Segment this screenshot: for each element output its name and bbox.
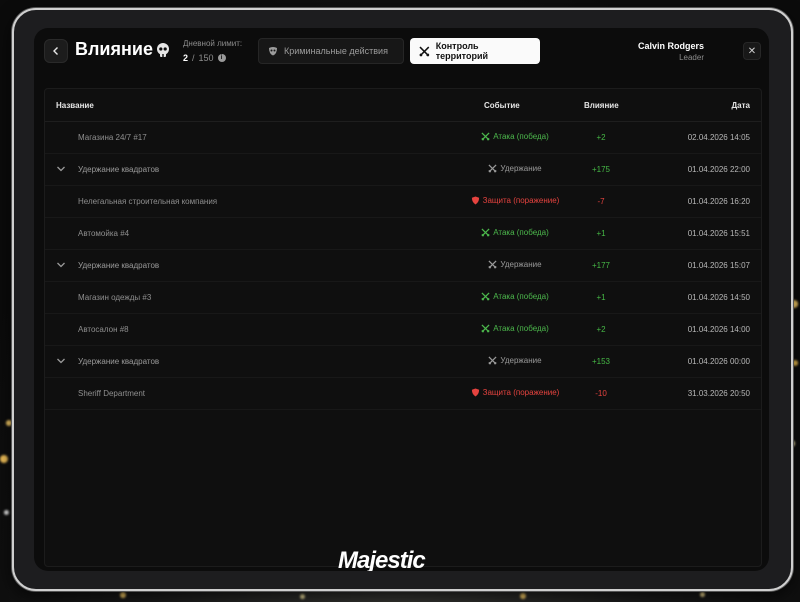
back-button[interactable] xyxy=(44,39,68,63)
row-event: Удержание xyxy=(445,260,585,269)
row-influence: +175 xyxy=(591,165,611,174)
close-button[interactable]: ✕ xyxy=(743,42,761,60)
crossed-swords-icon xyxy=(488,164,497,173)
row-influence: -10 xyxy=(595,389,607,398)
row-name: Автосалон #8 xyxy=(78,325,129,334)
row-event: Атака (победа) xyxy=(445,292,585,301)
table-body: Магазина 24/7 #17 Атака (победа) +2 02.04.2… xyxy=(45,122,761,410)
daily-limit-value: 2 / 150 i xyxy=(183,53,226,63)
tab-criminal-actions[interactable]: Криминальные действия xyxy=(258,38,404,64)
row-event-label: Защита (поражение) xyxy=(482,388,560,397)
row-date: 01.04.2026 15:51 xyxy=(687,229,750,238)
row-event: Атака (победа) xyxy=(445,132,585,141)
page-title: Влияние xyxy=(75,39,153,59)
table-row[interactable]: Магазин одежды #3 Атака (победа) +1 01.04.2… xyxy=(45,282,761,314)
row-date: 01.04.2026 14:00 xyxy=(687,325,750,334)
logo-text: Majestic xyxy=(338,547,426,571)
row-event-label: Атака (победа) xyxy=(493,228,549,237)
row-event-label: Удержание xyxy=(500,164,542,173)
row-influence: +153 xyxy=(591,357,611,366)
crossed-swords-icon xyxy=(481,228,490,237)
crossed-swords-icon xyxy=(488,356,497,365)
table-row-group[interactable]: Удержание квадратов Удержание +153 01.04.20… xyxy=(45,346,761,378)
table-row[interactable]: Автосалон #8 Атака (победа) +2 01.04.2026 1… xyxy=(45,314,761,346)
row-event: Удержание xyxy=(445,164,585,173)
table-row-group[interactable]: Удержание квадратов Удержание +177 01.04.20… xyxy=(45,250,761,282)
row-influence: -7 xyxy=(597,197,605,206)
table-row-group[interactable]: Удержание квадратов Удержание +175 01.04.20… xyxy=(45,154,761,186)
influence-table: Название Событие Влияние Дата Магазина 2… xyxy=(44,88,762,567)
row-name: Sheriff Department xyxy=(78,389,145,398)
mask-icon xyxy=(269,47,277,56)
row-event-label: Атака (победа) xyxy=(493,132,549,141)
row-influence: +177 xyxy=(591,261,611,270)
chevron-down-icon[interactable] xyxy=(56,356,66,366)
column-header-event: Событие xyxy=(484,101,520,110)
row-event-label: Удержание xyxy=(500,260,542,269)
crossed-swords-icon xyxy=(419,46,430,56)
chevron-down-icon[interactable] xyxy=(56,260,66,270)
row-date: 31.03.2026 20:50 xyxy=(687,389,750,398)
tablet-device: Влияние Дневной лимит: 2 / 150 i Кримина… xyxy=(12,8,793,591)
row-influence: +2 xyxy=(596,133,606,142)
tab-territory-control[interactable]: Контроль территорий xyxy=(410,38,540,64)
row-event: Удержание xyxy=(445,356,585,365)
crossed-swords-icon xyxy=(481,292,490,301)
daily-limit-max: 150 xyxy=(198,53,214,63)
row-name: Удержание квадратов xyxy=(78,357,160,366)
row-event-label: Атака (победа) xyxy=(493,292,549,301)
column-header-name: Название xyxy=(56,101,94,110)
row-event: Защита (поражение) xyxy=(445,388,585,397)
row-influence: +1 xyxy=(596,293,606,302)
majestic-logo: Majestic xyxy=(338,547,426,571)
row-event-label: Удержание xyxy=(500,356,542,365)
chevron-left-icon xyxy=(53,47,58,55)
daily-limit-separator: / xyxy=(192,53,195,63)
row-date: 01.04.2026 14:50 xyxy=(687,293,750,302)
tablet-screen: Влияние Дневной лимит: 2 / 150 i Кримина… xyxy=(34,28,769,571)
row-event-label: Атака (победа) xyxy=(493,324,549,333)
row-name: Автомойка #4 xyxy=(78,229,130,238)
tab-territory-control-label: Контроль территорий xyxy=(435,41,489,61)
row-name: Магазина 24/7 #17 xyxy=(78,133,147,142)
table-row[interactable]: Sheriff Department Защита (поражение) -10 3… xyxy=(45,378,761,410)
row-influence: +1 xyxy=(596,229,606,238)
row-event-label: Защита (поражение) xyxy=(482,196,560,205)
row-name: Удержание квадратов xyxy=(78,261,160,270)
table-row[interactable]: Магазина 24/7 #17 Атака (победа) +2 02.04.2… xyxy=(45,122,761,154)
column-header-date: Дата xyxy=(731,101,750,110)
shield-icon xyxy=(471,388,479,397)
crossed-swords-icon xyxy=(488,260,497,269)
row-date: 01.04.2026 00:00 xyxy=(687,357,750,366)
row-event: Атака (победа) xyxy=(445,228,585,237)
table-row[interactable]: Автомойка #4 Атака (победа) +1 01.04.2026 1… xyxy=(45,218,761,250)
user-role: Leader xyxy=(679,53,704,62)
daily-limit-current: 2 xyxy=(183,53,189,63)
crossed-swords-icon xyxy=(481,324,490,333)
info-icon[interactable]: i xyxy=(217,54,226,62)
skull-icon xyxy=(157,43,169,57)
row-name: Магазин одежды #3 xyxy=(78,293,152,302)
row-event: Атака (победа) xyxy=(445,324,585,333)
row-date: 02.04.2026 14:05 xyxy=(687,133,750,142)
row-date: 01.04.2026 15:07 xyxy=(687,261,750,270)
user-name: Calvin Rodgers xyxy=(637,41,704,51)
shield-icon xyxy=(471,196,479,205)
row-date: 01.04.2026 22:00 xyxy=(687,165,750,174)
row-date: 01.04.2026 16:20 xyxy=(687,197,750,206)
tab-criminal-actions-label: Криминальные действия xyxy=(284,46,388,56)
table-header: Название Событие Влияние Дата xyxy=(45,89,761,122)
chevron-down-icon[interactable] xyxy=(56,164,66,174)
row-name: Нелегальная строительная компания xyxy=(78,197,218,206)
table-row[interactable]: Нелегальная строительная компания Защита … xyxy=(45,186,761,218)
daily-limit-label: Дневной лимит: xyxy=(183,39,243,48)
row-name: Удержание квадратов xyxy=(78,165,160,174)
crossed-swords-icon xyxy=(481,132,490,141)
row-event: Защита (поражение) xyxy=(445,196,585,205)
close-icon: ✕ xyxy=(747,45,757,57)
column-header-influence: Влияние xyxy=(584,101,619,110)
row-influence: +2 xyxy=(596,325,606,334)
